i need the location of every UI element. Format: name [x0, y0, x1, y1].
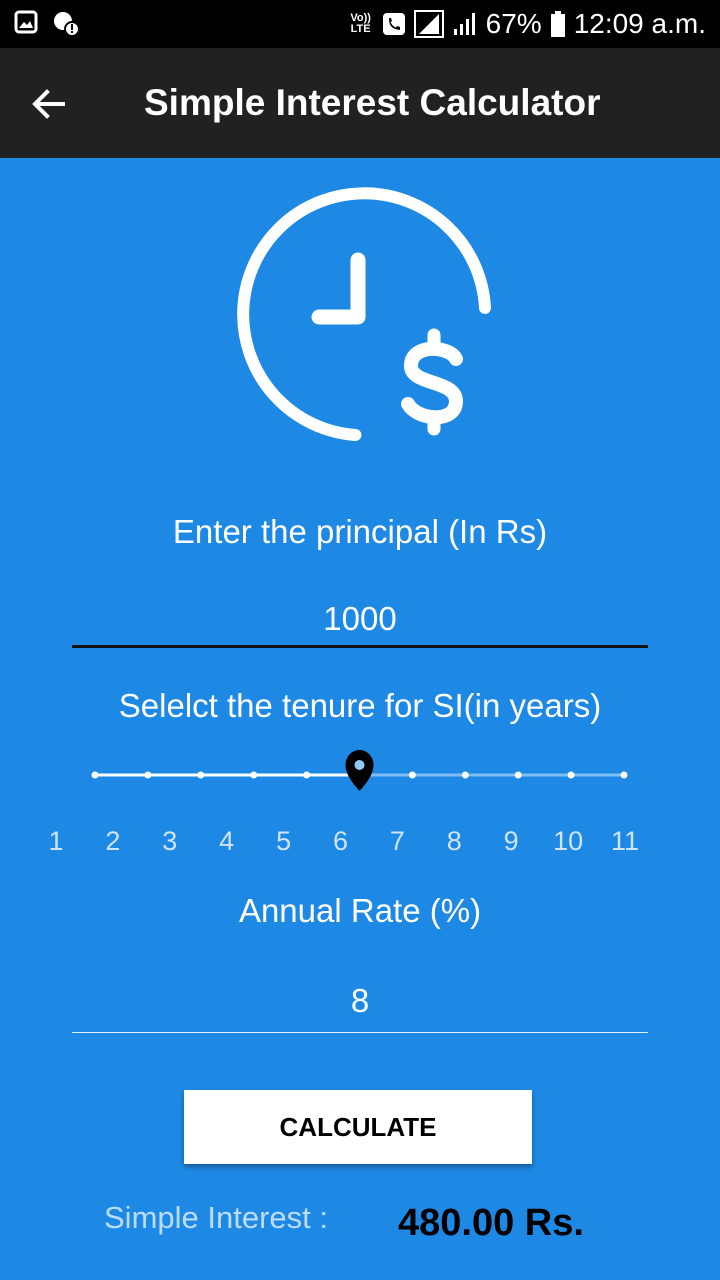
slider-step-dot [250, 771, 258, 779]
gallery-notification-icon [14, 10, 38, 34]
tenure-tick-label: 7 [389, 826, 405, 856]
rate-label: Annual Rate (%) [238, 892, 482, 929]
slider-step-dot [144, 771, 152, 779]
app-bar: Simple Interest Calculator [0, 48, 720, 158]
tenure-slider-track [91, 750, 628, 791]
principal-label: Enter the principal (In Rs) [172, 513, 548, 550]
tenure-tick-label: 1 [48, 826, 64, 856]
principal-input[interactable]: 1000 [72, 600, 648, 648]
tenure-slider[interactable] [0, 740, 720, 810]
status-bar: Vo)) LTE 67% 12:09 a.m. [0, 0, 720, 48]
slider-step-dot [461, 771, 469, 779]
tenure-tick-label: 5 [276, 826, 292, 856]
rate-input[interactable]: 8 [72, 982, 648, 1033]
status-left-icons [14, 10, 80, 38]
volte-label: Vo)) LTE [350, 12, 371, 35]
tenure-tick-label: 8 [446, 826, 462, 856]
back-button[interactable] [22, 78, 74, 130]
result-label: Simple Interest : [104, 1200, 328, 1235]
slider-step-dot [514, 771, 522, 779]
battery-percent: 67% [485, 8, 542, 39]
slider-step-dot [567, 771, 575, 779]
calculate-button[interactable]: CALCULATE [184, 1090, 532, 1164]
tenure-tick-label: 3 [162, 826, 178, 856]
tenure-tick-label: 11 [610, 826, 640, 856]
slider-thumb[interactable] [345, 750, 374, 791]
signal-sim1-icon [413, 10, 444, 38]
tenure-ticks: 1 2 3 4 5 6 7 8 9 10 11 [0, 826, 720, 866]
tenure-tick-label: 6 [332, 826, 349, 856]
result-value: 480.00 Rs. [398, 1202, 584, 1244]
slider-step-dot [620, 771, 628, 779]
location-alert-icon [54, 12, 80, 37]
tenure-tick-label: 2 [105, 826, 121, 856]
clock-dollar-icon [237, 187, 491, 441]
slider-step-dot [197, 771, 205, 779]
clock: 12:09 a.m. [573, 8, 706, 39]
tenure-tick-label: 9 [503, 826, 519, 856]
tenure-tick-label: 4 [219, 826, 235, 856]
slider-step-dot [303, 771, 311, 779]
tenure-tick-label: 10 [553, 826, 584, 856]
battery-icon [550, 11, 565, 37]
tenure-label: Selelct the tenure for SI(in years) [118, 687, 602, 724]
signal-sim2-icon [453, 13, 475, 35]
slider-step-dot [408, 771, 416, 779]
arrow-back-icon [32, 89, 65, 119]
call-icon [382, 13, 405, 35]
slider-step-dot [91, 771, 99, 779]
app-title: Simple Interest Calculator [144, 82, 601, 123]
status-right-icons: Vo)) LTE 67% 12:09 a.m. [348, 0, 706, 48]
